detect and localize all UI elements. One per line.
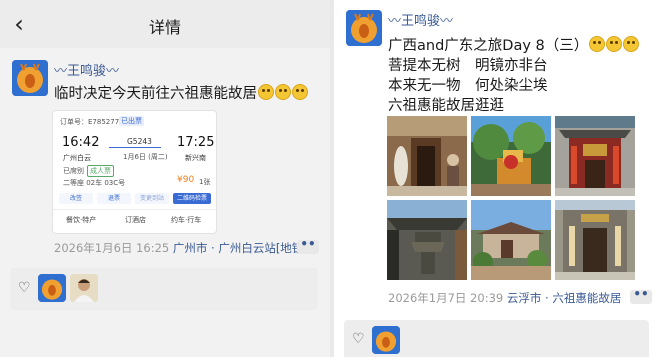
qr-checkin-button[interactable]: 二维码检票 bbox=[173, 193, 211, 204]
avatar[interactable] bbox=[12, 60, 48, 96]
post-text-line: 广西and广东之旅Day 8（三） bbox=[388, 36, 640, 56]
liker-avatar[interactable] bbox=[70, 274, 98, 302]
post-text: 临时决定今天前往六祖惠能故居 bbox=[54, 84, 308, 104]
likes-bar: ♡ bbox=[344, 320, 649, 357]
train-number: G5243 bbox=[127, 137, 152, 146]
photo-thumbnail[interactable] bbox=[387, 116, 467, 196]
ticket-price: ¥90 bbox=[177, 175, 195, 185]
ticket-type-badge: 成人票 bbox=[87, 165, 114, 177]
post-text-line: 本来无一物 何处染尘埃 bbox=[388, 78, 548, 94]
liker-avatar[interactable] bbox=[38, 274, 66, 302]
nav-bar: ‹ 详情 bbox=[0, 0, 330, 48]
page-title: 详情 bbox=[148, 18, 181, 37]
post-username[interactable]: 〰王鸣骏〰 bbox=[54, 60, 119, 79]
post-meta: 2026年1月7日 20:39 云浮市 · 六祖惠能故居 bbox=[388, 290, 621, 306]
food-link[interactable]: 餐饮·特产 bbox=[66, 215, 96, 225]
train-ticket-image[interactable]: 订单号：E785277865 已出票 16:42 17:25 G5243 1月6… bbox=[52, 110, 217, 234]
post-time: 2026年1月7日 20:39 bbox=[388, 291, 504, 305]
photo-thumbnail[interactable] bbox=[471, 200, 551, 280]
post-location[interactable]: 云浮市 · 六祖惠能故居 bbox=[507, 291, 621, 305]
post-meta: 2026年1月6日 16:25 广州市 · 广州白云站[地铁 bbox=[54, 240, 303, 256]
post-location[interactable]: 广州市 · 广州白云站[地铁 bbox=[173, 241, 303, 255]
more-options-button[interactable]: •• bbox=[630, 288, 652, 304]
post-text-line: 菩提本无树 明镜亦非台 bbox=[388, 58, 548, 74]
more-options-button[interactable]: •• bbox=[297, 238, 319, 254]
left-moment-detail: ‹ 详情 〰王鸣骏〰 临时决定今天前往六祖惠能故居 订单号：E785277865… bbox=[0, 0, 330, 357]
emoji-icon bbox=[258, 84, 274, 100]
emoji-icon bbox=[275, 84, 291, 100]
change-station-button[interactable]: 变更到站 bbox=[135, 193, 169, 204]
post-text-content: 临时决定今天前往六祖惠能故居 bbox=[54, 86, 257, 102]
emoji-icon bbox=[623, 36, 640, 52]
post-text-content: 广西and广东之旅Day 8（三） bbox=[388, 38, 589, 54]
hotel-link[interactable]: 订酒店 bbox=[125, 215, 146, 225]
emoji-icon bbox=[292, 84, 308, 100]
travel-date: 1月6日 (周二) bbox=[123, 153, 168, 161]
ticket-count: 1张 bbox=[199, 178, 211, 186]
divider bbox=[53, 209, 216, 210]
heart-icon: ♡ bbox=[18, 280, 31, 296]
post-username[interactable]: 〰王鸣骏〰 bbox=[388, 10, 453, 29]
car-link[interactable]: 约车·行车 bbox=[171, 215, 201, 225]
photo-thumbnail[interactable] bbox=[555, 116, 635, 196]
post-time: 2026年1月6日 16:25 bbox=[54, 241, 170, 255]
liker-avatar[interactable] bbox=[372, 326, 400, 354]
likes-bar: ♡ bbox=[10, 268, 318, 310]
right-moment-detail: 〰王鸣骏〰 广西and广东之旅Day 8（三） 菩提本无树 明镜亦非台 本来无一… bbox=[334, 0, 657, 357]
avatar[interactable] bbox=[346, 10, 382, 46]
route-line bbox=[109, 147, 161, 148]
arrive-time: 17:25 bbox=[177, 135, 215, 150]
heart-icon: ♡ bbox=[352, 331, 365, 347]
seat-info: 二等座 02车 03C号 bbox=[63, 179, 126, 187]
to-station: 新兴南 bbox=[185, 154, 206, 162]
photo-thumbnail[interactable] bbox=[471, 116, 551, 196]
depart-time: 16:42 bbox=[62, 135, 100, 150]
passenger: 已席别 bbox=[63, 167, 84, 175]
emoji-icon bbox=[589, 36, 606, 52]
ticket-status-badge: 已出票 bbox=[119, 116, 144, 126]
emoji-icon bbox=[606, 36, 623, 52]
post-text-line: 六祖惠能故居逛逛 bbox=[388, 98, 504, 114]
photo-thumbnail[interactable] bbox=[555, 200, 635, 280]
photo-thumbnail[interactable] bbox=[387, 200, 467, 280]
refund-button[interactable]: 退票 bbox=[97, 193, 131, 204]
from-station: 广州白云 bbox=[63, 154, 91, 162]
rebook-button[interactable]: 改签 bbox=[59, 193, 93, 204]
